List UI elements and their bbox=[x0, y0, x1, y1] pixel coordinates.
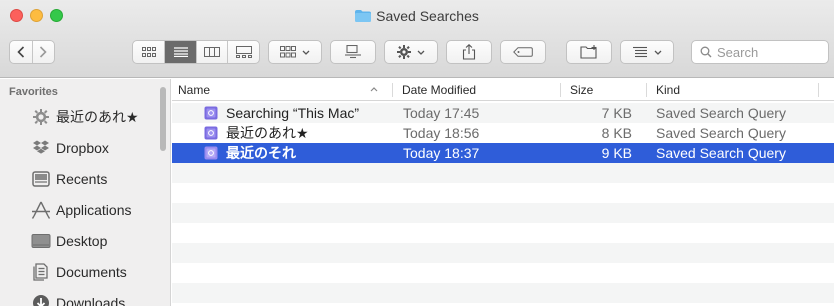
chevron-right-icon bbox=[40, 46, 48, 58]
toolbar: Saved Searches bbox=[0, 0, 834, 78]
chevron-down-icon bbox=[654, 50, 662, 55]
arrange-button[interactable] bbox=[330, 40, 376, 64]
gear-icon bbox=[397, 45, 411, 59]
sidebar-item-label: Dropbox bbox=[56, 140, 109, 156]
table-row[interactable]: 最近のあれ★ Today 18:56 8 KB Saved Search Que… bbox=[172, 123, 834, 143]
view-mode-control bbox=[132, 40, 260, 64]
file-date: Today 18:37 bbox=[403, 145, 480, 161]
column-header-date[interactable]: Date Modified bbox=[396, 79, 476, 101]
column-header-name[interactable]: Name bbox=[172, 79, 210, 101]
search-input[interactable] bbox=[717, 44, 817, 60]
action-button[interactable] bbox=[384, 40, 438, 64]
column-divider[interactable] bbox=[560, 83, 561, 97]
window-title-area: Saved Searches bbox=[0, 6, 834, 26]
sidebar-item-label: Documents bbox=[56, 264, 127, 280]
sidebar-item-recents[interactable]: Recents bbox=[0, 165, 160, 193]
empty-row bbox=[172, 183, 834, 203]
sidebar-item-label: Downloads bbox=[56, 295, 126, 306]
file-name: 最近のあれ★ bbox=[226, 125, 309, 141]
sidebar-item-label: Recents bbox=[56, 171, 108, 187]
icon-view-icon bbox=[141, 47, 156, 57]
table-row[interactable]: Searching “This Mac” Today 17:45 7 KB Sa… bbox=[172, 103, 834, 123]
sort-ascending-icon bbox=[370, 87, 378, 92]
sidebar-item-downloads[interactable]: Downloads bbox=[0, 289, 160, 306]
back-button[interactable] bbox=[10, 41, 32, 63]
folder-icon bbox=[355, 10, 372, 22]
sort-lines-icon bbox=[633, 46, 647, 58]
back-forward-control bbox=[9, 40, 55, 64]
file-size: 7 KB bbox=[601, 105, 632, 121]
chevron-down-icon bbox=[417, 50, 425, 55]
column-view-icon bbox=[204, 47, 221, 57]
share-button[interactable] bbox=[446, 40, 492, 64]
applications-icon bbox=[30, 199, 52, 221]
arrange-icon bbox=[345, 45, 361, 59]
sidebar-item-dropbox[interactable]: Dropbox bbox=[0, 134, 160, 162]
sidebar-item-label: Applications bbox=[56, 202, 132, 218]
list-view-button[interactable] bbox=[164, 41, 196, 63]
tag-icon bbox=[513, 47, 533, 57]
gallery-view-icon bbox=[235, 46, 252, 58]
column-header-size[interactable]: Size bbox=[564, 79, 593, 101]
chevron-left-icon bbox=[17, 46, 25, 58]
desktop-icon bbox=[30, 230, 52, 252]
sort-options-button[interactable] bbox=[620, 40, 674, 64]
empty-row bbox=[172, 163, 834, 183]
column-view-button[interactable] bbox=[195, 41, 228, 63]
file-list: Name Date Modified Size Kind Searching “… bbox=[172, 79, 834, 306]
empty-row bbox=[172, 223, 834, 243]
group-icon bbox=[280, 46, 296, 58]
gear-icon bbox=[30, 106, 52, 128]
tags-button[interactable] bbox=[500, 40, 546, 64]
sidebar-item-desktop[interactable]: Desktop bbox=[0, 227, 160, 255]
empty-row bbox=[172, 283, 834, 303]
chevron-down-icon bbox=[302, 50, 310, 55]
file-kind: Saved Search Query bbox=[656, 125, 786, 141]
table-row-selected[interactable]: 最近のそれ Today 18:37 9 KB Saved Search Quer… bbox=[172, 143, 834, 163]
file-name: Searching “This Mac” bbox=[226, 105, 360, 121]
column-header: Name Date Modified Size Kind bbox=[172, 79, 834, 101]
window-title: Saved Searches bbox=[376, 8, 479, 24]
share-icon bbox=[462, 44, 476, 60]
downloads-icon bbox=[30, 292, 52, 306]
search-icon bbox=[700, 46, 712, 58]
column-divider[interactable] bbox=[818, 83, 819, 97]
sidebar-item-label: Desktop bbox=[56, 233, 108, 249]
sidebar-item-documents[interactable]: Documents bbox=[0, 258, 160, 286]
file-date: Today 17:45 bbox=[403, 105, 480, 121]
column-divider[interactable] bbox=[392, 83, 393, 97]
sidebar-item-applications[interactable]: Applications bbox=[0, 196, 160, 224]
icon-view-button[interactable] bbox=[133, 41, 164, 63]
file-date: Today 18:56 bbox=[403, 125, 480, 141]
sidebar-scrollbar[interactable] bbox=[160, 87, 166, 151]
documents-icon bbox=[30, 261, 52, 283]
recents-icon bbox=[30, 168, 52, 190]
empty-row bbox=[172, 243, 834, 263]
new-folder-button[interactable] bbox=[566, 40, 612, 64]
finder-window: Saved Searches Search Favorites 最近のあれ★ D… bbox=[0, 0, 834, 306]
forward-button[interactable] bbox=[31, 41, 54, 63]
gallery-view-button[interactable] bbox=[227, 41, 259, 63]
file-size: 9 KB bbox=[601, 145, 632, 161]
list-view-icon bbox=[173, 47, 188, 57]
file-kind: Saved Search Query bbox=[656, 105, 786, 121]
sidebar: Favorites 最近のあれ★ Dropbox Recents Applica… bbox=[0, 79, 171, 306]
group-by-button[interactable] bbox=[268, 40, 322, 64]
column-header-kind[interactable]: Kind bbox=[650, 79, 680, 101]
file-size: 8 KB bbox=[601, 125, 632, 141]
file-name: 最近のそれ bbox=[226, 145, 296, 161]
search-field[interactable] bbox=[691, 40, 829, 64]
empty-row bbox=[172, 263, 834, 283]
sidebar-item-label: 最近のあれ★ bbox=[56, 109, 139, 125]
dropbox-icon bbox=[30, 137, 52, 159]
sidebar-item-saved-search[interactable]: 最近のあれ★ bbox=[0, 103, 160, 131]
file-kind: Saved Search Query bbox=[656, 145, 786, 161]
new-folder-icon bbox=[580, 45, 597, 59]
sidebar-heading: Favorites bbox=[9, 86, 58, 98]
column-divider[interactable] bbox=[646, 83, 647, 97]
empty-row bbox=[172, 203, 834, 223]
